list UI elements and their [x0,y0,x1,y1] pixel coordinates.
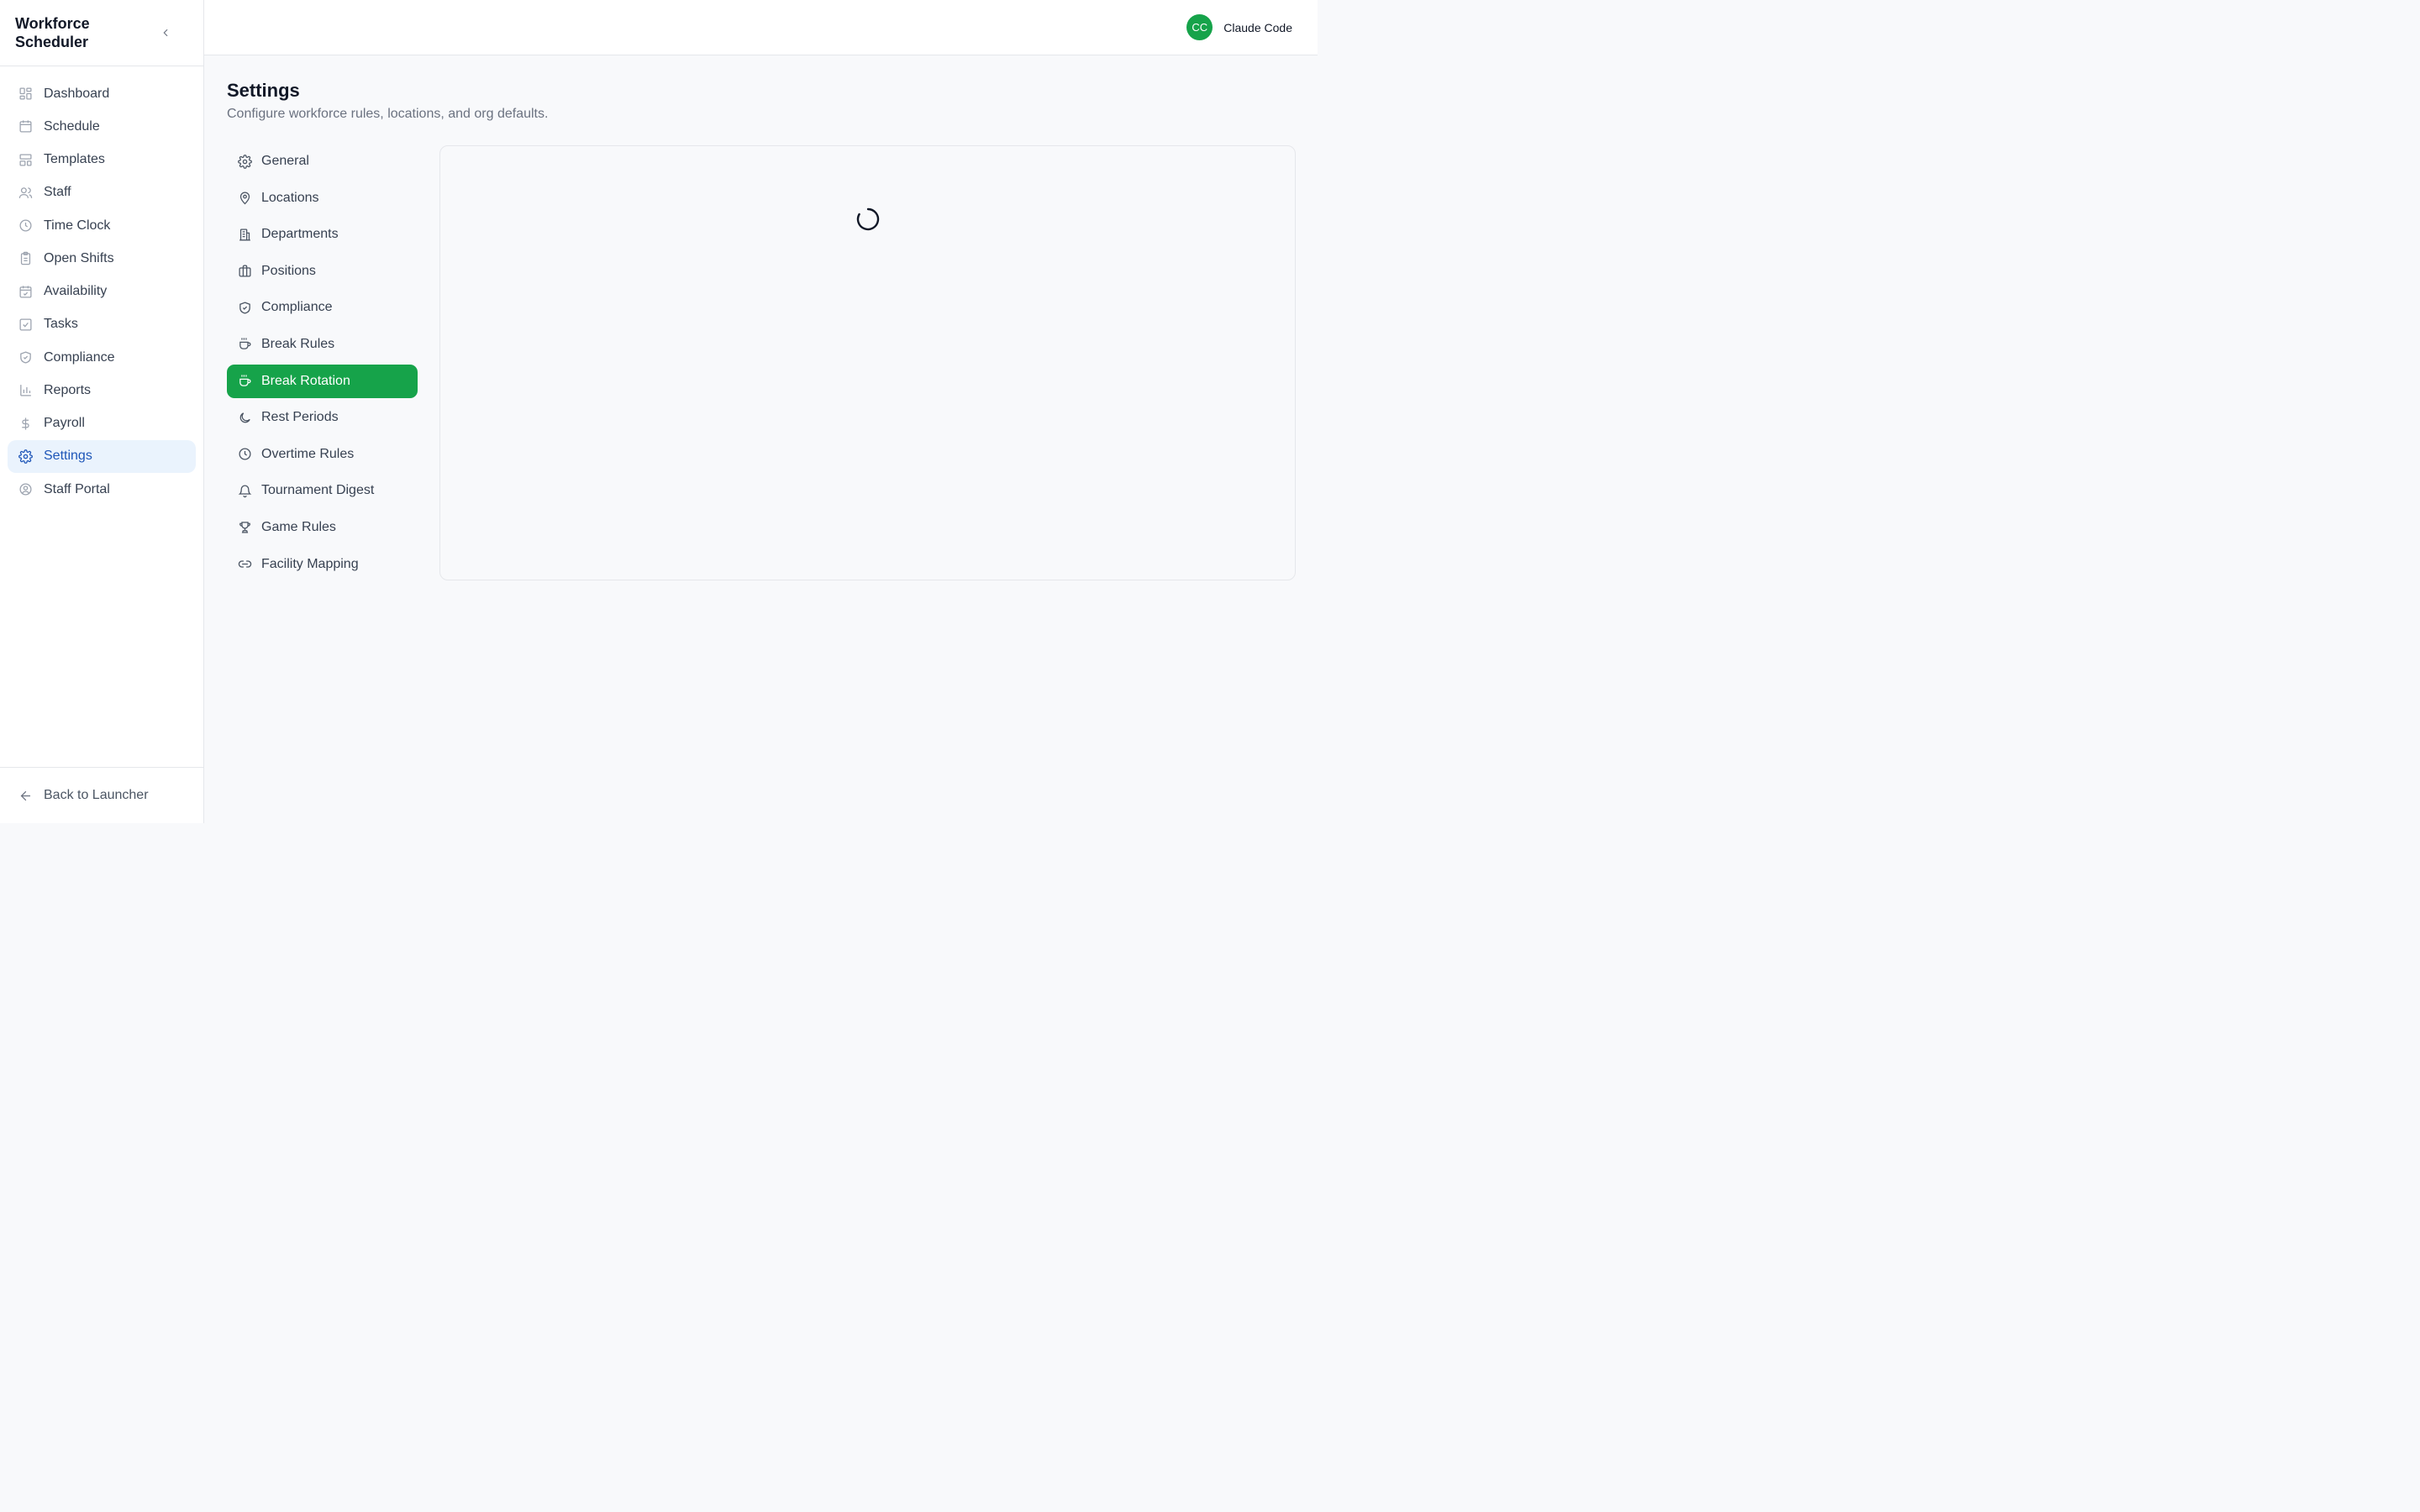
loading-spinner-icon [855,207,881,232]
settings-tab-general[interactable]: General [227,144,418,178]
sidebar-item-label: Time Clock [44,218,111,233]
settings-tab-break-rules[interactable]: Break Rules [227,328,418,361]
settings-tab-label: Compliance [261,300,333,315]
clock-icon [238,447,252,461]
shield-check-icon [238,301,252,315]
clock-icon [18,218,33,233]
chevron-left-icon [163,29,168,37]
sidebar-nav: Dashboard Schedule Templates Staff Time … [0,66,203,506]
settings-tab-label: General [261,154,309,168]
templates-icon [18,153,33,167]
page-title: Settings [227,80,300,101]
sidebar-item-compliance[interactable]: Compliance [8,341,196,374]
briefcase-icon [238,264,252,278]
sidebar-item-templates[interactable]: Templates [8,144,196,176]
bell-icon [238,484,252,498]
sidebar-item-staff[interactable]: Staff [8,176,196,209]
coffee-icon [238,337,252,351]
settings-tab-overtime-rules[interactable]: Overtime Rules [227,438,418,471]
dashboard-icon [18,87,33,101]
settings-tab-label: Rest Periods [261,410,339,425]
settings-tab-label: Break Rules [261,336,335,351]
sidebar-item-label: Availability [44,284,108,298]
settings-tab-locations[interactable]: Locations [227,181,418,215]
bar-chart-icon [18,383,33,397]
settings-nav: General Locations Departments Positions … [227,144,418,584]
back-to-launcher-link[interactable]: Back to Launcher [0,767,203,823]
sidebar-item-schedule[interactable]: Schedule [8,110,196,143]
settings-content-panel [439,145,1296,580]
settings-tab-label: Departments [261,227,339,242]
settings-tab-game-rules[interactable]: Game Rules [227,511,418,544]
dollar-icon [18,417,33,431]
settings-tab-tournament-digest[interactable]: Tournament Digest [227,474,418,507]
gear-icon [238,154,252,169]
sidebar-item-payroll[interactable]: Payroll [8,407,196,440]
app-root: Workforce Scheduler Dashboard Schedule T… [0,0,1318,823]
calendar-icon [18,119,33,134]
settings-tab-label: Break Rotation [261,373,350,388]
sidebar-item-label: Schedule [44,118,100,134]
sidebar-item-open-shifts[interactable]: Open Shifts [8,242,196,275]
sidebar-item-label: Compliance [44,349,115,365]
map-pin-icon [238,191,252,205]
settings-tab-facility-mapping[interactable]: Facility Mapping [227,548,418,581]
settings-tab-label: Facility Mapping [261,556,359,571]
sidebar-item-tasks[interactable]: Tasks [8,308,196,341]
settings-tab-positions[interactable]: Positions [227,255,418,288]
user-name[interactable]: Claude Code [1223,21,1292,34]
sidebar-item-label: Dashboard [44,86,110,101]
avatar[interactable]: CC [1186,14,1213,40]
sidebar-item-label: Tasks [44,317,78,332]
sidebar-item-staff-portal[interactable]: Staff Portal [8,473,196,506]
settings-tab-departments[interactable]: Departments [227,218,418,251]
sidebar-item-label: Settings [44,449,92,464]
trophy-icon [238,520,252,534]
sidebar-item-label: Staff [44,185,71,200]
moon-icon [238,411,252,425]
sidebar-item-label: Templates [44,152,105,166]
page-subtitle: Configure workforce rules, locations, an… [227,107,549,121]
sidebar-item-reports[interactable]: Reports [8,374,196,407]
collapse-sidebar-button[interactable] [155,22,176,44]
back-to-launcher-label: Back to Launcher [44,788,149,802]
clipboard-icon [18,251,33,265]
sidebar: Workforce Scheduler Dashboard Schedule T… [0,0,204,823]
coffee-icon [238,374,252,388]
sidebar-item-availability[interactable]: Availability [8,276,196,308]
sidebar-item-dashboard[interactable]: Dashboard [8,77,196,110]
building-icon [238,228,252,242]
settings-tab-label: Tournament Digest [261,483,375,498]
shield-icon [18,350,33,365]
sidebar-item-label: Staff Portal [44,481,110,496]
checkbox-icon [18,318,33,332]
brand-header: Workforce Scheduler [0,0,203,66]
top-bar: CC Claude Code [204,0,1318,55]
sidebar-item-time-clock[interactable]: Time Clock [8,209,196,242]
calendar-check-icon [18,285,33,299]
settings-tab-break-rotation[interactable]: Break Rotation [227,364,418,398]
app-title: Workforce Scheduler [15,15,90,50]
sidebar-item-label: Payroll [44,416,85,430]
main-content: Settings Configure workforce rules, loca… [227,55,1296,580]
arrow-left-icon [18,789,33,803]
sidebar-item-label: Open Shifts [44,250,114,265]
settings-tab-rest-periods[interactable]: Rest Periods [227,401,418,434]
settings-tab-label: Locations [261,190,319,205]
sidebar-item-label: Reports [44,382,92,397]
settings-tab-compliance[interactable]: Compliance [227,291,418,324]
users-icon [18,186,33,200]
settings-tab-label: Positions [261,263,316,278]
user-circle-icon [18,482,33,496]
sidebar-item-settings[interactable]: Settings [8,439,196,473]
link-icon [238,557,252,571]
settings-tab-label: Overtime Rules [261,446,355,461]
settings-tab-label: Game Rules [261,519,336,534]
gear-icon [18,449,33,464]
